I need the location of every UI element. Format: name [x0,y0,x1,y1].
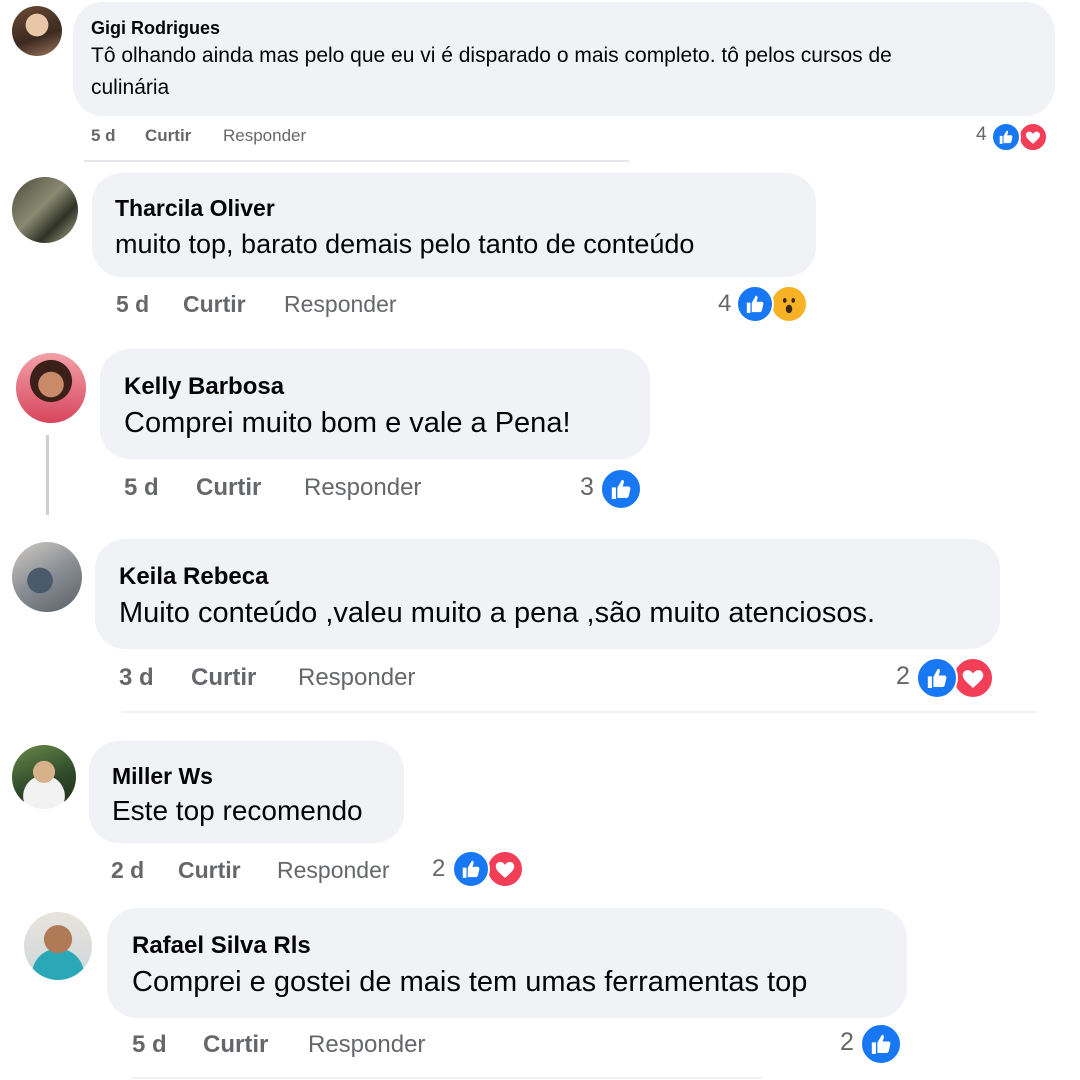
avatar[interactable] [12,542,82,612]
like-button[interactable]: Curtir [183,291,246,318]
reaction-count: 2 [432,855,446,882]
comment-keila-rebeca: Keila Rebeca Muito conteúdo ,valeu muito… [0,535,1080,715]
comment-text: Tô olhando ainda mas pelo que eu vi é di… [91,44,892,67]
like-icon [452,850,490,888]
reaction-summary[interactable]: 2 [896,657,996,699]
avatar[interactable] [12,745,76,809]
divider [122,711,1037,713]
like-icon [860,1023,902,1065]
comment-timestamp[interactable]: 3 d [119,664,154,692]
comment-tharcila-oliver: Tharcila Oliver muito top, barato demais… [0,165,1080,335]
comment-bubble: Gigi Rodrigues Tô olhando ainda mas pelo… [73,2,1055,116]
like-icon [736,285,774,323]
reaction-count: 2 [840,1028,854,1056]
like-icon [916,657,958,699]
comment-author[interactable]: Gigi Rodrigues [91,18,220,39]
divider [132,1077,762,1079]
comment-bubble: Tharcila Oliver muito top, barato demais… [92,173,816,277]
reply-button[interactable]: Responder [223,126,306,146]
comment-bubble: Keila Rebeca Muito conteúdo ,valeu muito… [95,539,1000,649]
comment-bubble: Miller Ws Este top recomendo [89,741,404,843]
comment-miller-ws: Miller Ws Este top recomendo 2 d Curtir … [0,735,1080,900]
comment-kelly-barbosa: Kelly Barbosa Comprei muito bom e vale a… [0,345,1080,525]
reaction-summary[interactable]: 2 [432,850,532,889]
comment-text: Muito conteúdo ,valeu muito a pena ,são … [119,597,876,629]
reaction-count: 3 [580,473,594,501]
like-button[interactable]: Curtir [178,857,241,884]
comment-text-continued: culinária [91,76,170,99]
divider [84,160,629,162]
avatar[interactable] [12,6,62,56]
like-button[interactable]: Curtir [196,474,261,502]
comment-author[interactable]: Tharcila Oliver [115,195,275,222]
wow-icon [770,285,808,323]
comment-author[interactable]: Kelly Barbosa [124,373,284,401]
thread-line [46,435,49,515]
reply-button[interactable]: Responder [308,1031,425,1059]
reaction-count: 2 [896,662,910,690]
comment-text: Comprei muito bom e vale a Pena! [124,407,571,439]
avatar[interactable] [16,353,86,423]
comment-timestamp[interactable]: 2 d [111,857,144,884]
comment-author[interactable]: Rafael Silva Rls [132,932,311,960]
reaction-summary[interactable]: 2 [840,1023,910,1065]
reaction-summary[interactable]: 4 [976,122,1056,152]
like-button[interactable]: Curtir [145,126,191,146]
love-icon [486,850,524,888]
reply-button[interactable]: Responder [277,857,390,884]
like-button[interactable]: Curtir [191,664,256,692]
love-icon [952,657,994,699]
comment-gigi-rodrigues: Gigi Rodrigues Tô olhando ainda mas pelo… [0,0,1080,162]
avatar[interactable] [24,912,92,980]
reaction-count: 4 [718,290,732,317]
comment-text: muito top, barato demais pelo tanto de c… [115,229,695,259]
comment-author[interactable]: Miller Ws [112,763,213,790]
like-icon [991,122,1021,152]
reaction-count: 4 [976,124,987,145]
comment-text: Comprei e gostei de mais tem umas ferram… [132,966,808,998]
comment-text: Este top recomendo [112,795,363,826]
comment-bubble: Kelly Barbosa Comprei muito bom e vale a… [100,349,650,459]
comment-bubble: Rafael Silva Rls Comprei e gostei de mai… [107,908,907,1018]
comment-timestamp[interactable]: 5 d [91,126,116,146]
comment-timestamp[interactable]: 5 d [116,291,149,318]
comment-author[interactable]: Keila Rebeca [119,563,268,591]
reply-button[interactable]: Responder [298,664,415,692]
reply-button[interactable]: Responder [284,291,397,318]
reaction-summary[interactable]: 3 [580,468,650,510]
comment-rafael-silva-rls: Rafael Silva Rls Comprei e gostei de mai… [0,905,1080,1080]
reply-button[interactable]: Responder [304,474,421,502]
reaction-summary[interactable]: 4 [718,285,818,324]
comment-timestamp[interactable]: 5 d [124,474,159,502]
avatar[interactable] [12,177,78,243]
comment-timestamp[interactable]: 5 d [132,1031,167,1059]
like-icon [600,468,642,510]
like-button[interactable]: Curtir [203,1031,268,1059]
love-icon [1018,122,1048,152]
